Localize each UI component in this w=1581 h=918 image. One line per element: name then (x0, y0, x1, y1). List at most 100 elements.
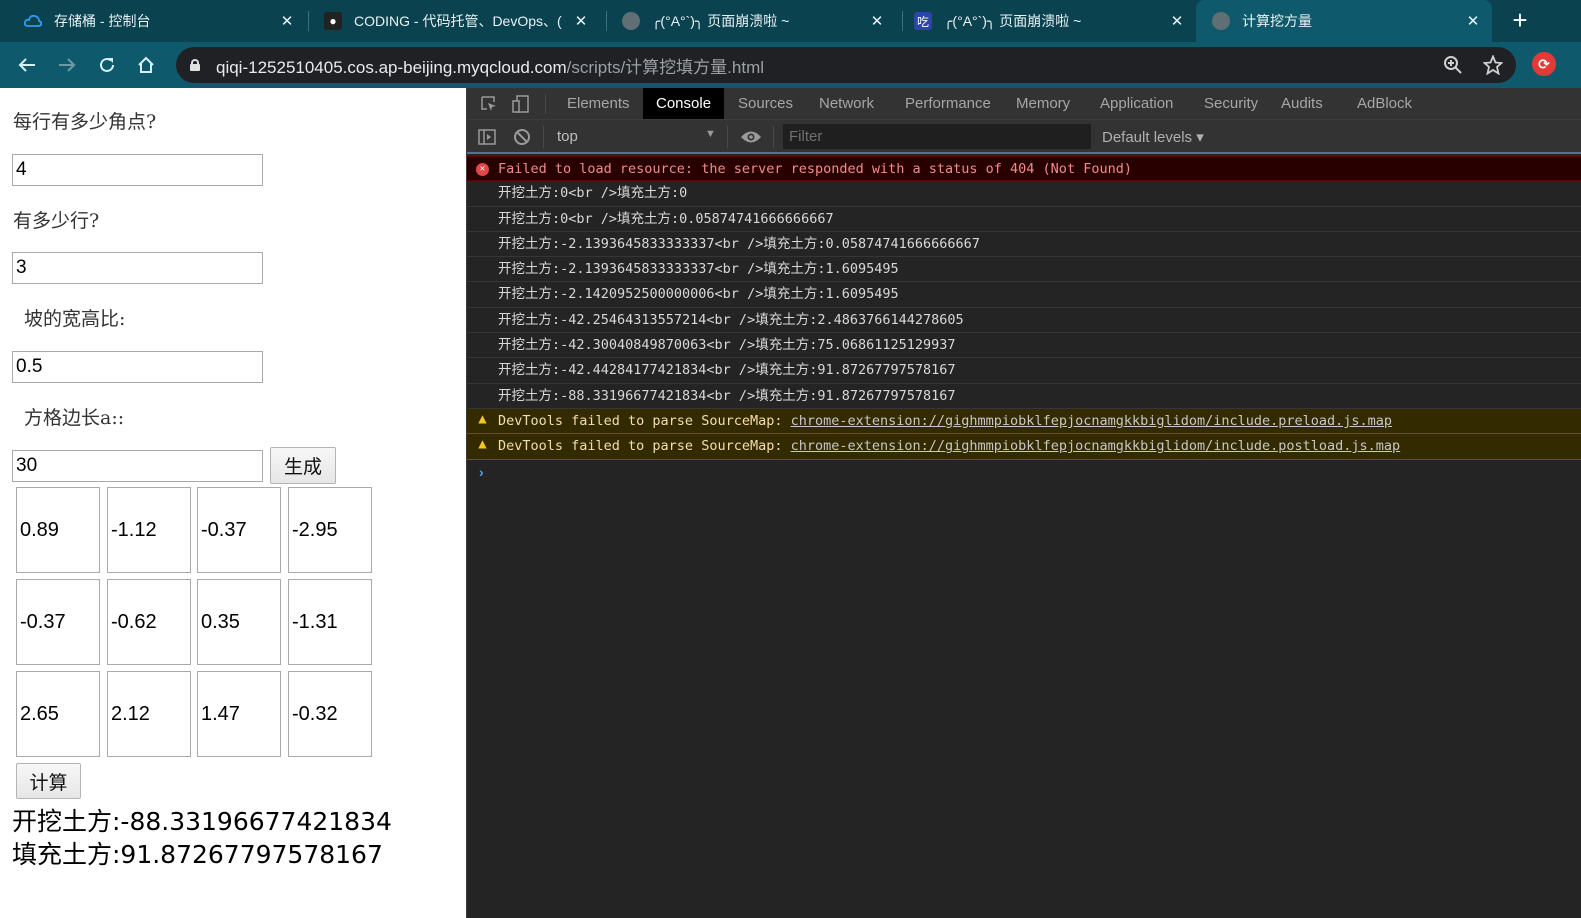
log-levels-dropdown[interactable]: Default levels ▾ (1102, 128, 1204, 146)
browser-tab-4-active[interactable]: 计算挖方量 ✕ (1196, 0, 1492, 42)
live-expression-eye-icon[interactable] (739, 127, 763, 147)
arrow-right-icon (59, 58, 76, 72)
browser-tab-1[interactable]: ● CODING - 代码托管、DevOps、( ✕ (300, 0, 600, 42)
close-tab-icon[interactable]: ✕ (1168, 12, 1186, 30)
browser-tab-strip: 存储桶 - 控制台 ✕ ● CODING - 代码托管、DevOps、( ✕ ╭… (0, 0, 1581, 42)
globe-icon (622, 12, 640, 30)
home-icon (138, 56, 154, 73)
url-text: qiqi-1252510405.cos.ap-beijing.myqcloud.… (216, 53, 764, 78)
corners-per-row-input[interactable] (12, 154, 263, 186)
grid-cell-input[interactable]: -0.37 (197, 487, 281, 573)
context-selector[interactable]: top (557, 128, 578, 145)
devtools-tab-adblock[interactable]: AdBlock (1344, 88, 1425, 119)
forward-button[interactable] (53, 51, 81, 79)
web-page: 每行有多少角点? 有多少行? 坡的宽高比: 方格边长a:: 生成 0.89-1.… (0, 88, 466, 918)
inspect-element-icon[interactable] (479, 94, 499, 114)
device-toolbar-icon[interactable] (511, 94, 531, 114)
sidebar-toggle-icon[interactable] (477, 127, 497, 147)
zoom-icon[interactable] (1441, 53, 1465, 77)
grid-side-input[interactable] (12, 450, 263, 482)
browser-tab-0[interactable]: 存储桶 - 控制台 ✕ (0, 0, 306, 42)
home-button[interactable] (132, 51, 160, 79)
console-message-log: 开挖土方:-42.30040849870063<br />填充土方:75.068… (467, 333, 1581, 359)
grid-cell-input[interactable]: 0.35 (197, 579, 281, 665)
devtools-panel: Elements Console Sources Network Performance… (466, 88, 1581, 918)
grid-cell-input[interactable]: -1.12 (107, 487, 191, 573)
warning-icon: ▲ (478, 436, 487, 453)
address-bar[interactable]: qiqi-1252510405.cos.ap-beijing.myqcloud.… (176, 47, 1516, 83)
grid-cell-input[interactable]: 2.12 (107, 671, 191, 757)
grid-cell-input[interactable]: -1.31 (288, 579, 372, 665)
reload-icon (100, 57, 114, 72)
reload-button[interactable] (93, 51, 121, 79)
console-message-log: 开挖土方:-88.33196677421834<br />填充土方:91.872… (467, 384, 1581, 409)
corners-per-row-label: 每行有多少角点? (13, 111, 157, 133)
tab-title: ╭(°A°`)╮ 页面崩溃啦 ~ (944, 13, 1082, 29)
close-tab-icon[interactable]: ✕ (868, 12, 886, 30)
clear-console-icon[interactable] (512, 127, 532, 147)
console-message-text: 开挖土方:0<br />填充土方:0.05874741666666667 (498, 210, 834, 227)
console-message-log: 开挖土方:-2.1420952500000006<br />填充土方:1.609… (467, 282, 1581, 308)
star-icon[interactable] (1481, 53, 1505, 77)
grid-cell-input[interactable]: -0.37 (16, 579, 100, 665)
devtools-tab-security[interactable]: Security (1191, 88, 1271, 119)
console-message-log: 开挖土方:-42.25464313557214<br />填充土方:2.4863… (467, 308, 1581, 334)
devtools-tab-application[interactable]: Application (1087, 88, 1186, 119)
console-output: ✕ Failed to load resource: the server res… (467, 156, 1581, 484)
devtools-tab-elements[interactable]: Elements (554, 88, 643, 119)
browser-tab-2[interactable]: ╭(°A°`)╮ 页面崩溃啦 ~ ✕ (598, 0, 896, 42)
close-tab-icon[interactable]: ✕ (278, 12, 296, 30)
new-tab-button[interactable]: + (1506, 7, 1534, 34)
slope-ratio-input[interactable] (12, 351, 263, 383)
error-icon: ✕ (476, 163, 489, 176)
toolbar-divider (545, 94, 546, 114)
console-message-text: Failed to load resource: the server resp… (498, 161, 1132, 177)
tab-title: 存储桶 - 控制台 (54, 13, 151, 29)
console-message-log: 开挖土方:0<br />填充土方:0.05874741666666667 (467, 207, 1581, 232)
sourcemap-link[interactable]: chrome-extension://gighmmpiobklfepjocnam… (791, 438, 1401, 454)
dropdown-arrow-icon[interactable]: ▼ (705, 128, 716, 140)
console-message-warn: ▲ DevTools failed to parse SourceMap: chr… (467, 408, 1581, 435)
browser-tab-3[interactable]: 吃 ╭(°A°`)╮ 页面崩溃啦 ~ ✕ (890, 0, 1196, 42)
cut-volume-result: 开挖土方:-88.33196677421834 (12, 807, 392, 836)
sourcemap-link[interactable]: chrome-extension://gighmmpiobklfepjocnam… (791, 413, 1392, 429)
console-message-text: 开挖土方:-2.1393645833333337<br />填充土方:1.609… (498, 261, 899, 278)
grid-cell-input[interactable]: 2.65 (16, 671, 100, 757)
console-prompt-input[interactable]: › (467, 460, 1581, 484)
toolbar-divider (543, 126, 544, 148)
globe-icon (1212, 12, 1230, 30)
console-message-text: 开挖土方:-2.1420952500000006<br />填充土方:1.609… (498, 286, 899, 303)
grid-cell-input[interactable]: -2.95 (288, 487, 372, 573)
devtools-tab-console[interactable]: Console (643, 88, 725, 119)
grid-cell-input[interactable]: -0.62 (107, 579, 191, 665)
tab-title: ╭(°A°`)╮ 页面崩溃啦 ~ (652, 13, 790, 29)
slope-ratio-label: 坡的宽高比: (24, 308, 126, 330)
chi-icon: 吃 (914, 12, 932, 30)
close-tab-icon[interactable]: ✕ (1464, 12, 1482, 30)
rows-input[interactable] (12, 252, 263, 284)
devtools-tab-performance[interactable]: Performance (892, 88, 1004, 119)
grid-cell-input[interactable]: 0.89 (16, 487, 100, 573)
close-tab-icon[interactable]: ✕ (572, 12, 590, 30)
extension-sync-icon[interactable]: ⟳ (1532, 52, 1556, 76)
console-message-text: 开挖土方:-42.30040849870063<br />填充土方:75.068… (498, 337, 956, 354)
console-message-text: 开挖土方:0<br />填充土方:0 (498, 185, 688, 202)
console-message-log: 开挖土方:-2.1393645833333337<br />填充土方:0.058… (467, 232, 1581, 258)
calculate-button[interactable]: 计算 (16, 763, 81, 799)
console-message-text: DevTools failed to parse SourceMap: (498, 438, 791, 455)
fill-volume-result: 填充土方:91.87267797578167 (12, 840, 383, 869)
back-button[interactable] (13, 51, 41, 79)
console-message-log: 开挖土方:0<br />填充土方:0 (467, 181, 1581, 207)
generate-button[interactable]: 生成 (270, 447, 336, 484)
grid-cell-input[interactable]: -0.32 (288, 671, 372, 757)
devtools-tab-network[interactable]: Network (806, 88, 887, 119)
console-filter-input[interactable]: Filter (783, 124, 1091, 149)
rows-label: 有多少行? (13, 210, 100, 232)
console-message-text: 开挖土方:-2.1393645833333337<br />填充土方:0.058… (498, 235, 980, 252)
devtools-tab-sources[interactable]: Sources (725, 88, 806, 119)
url-host: qiqi-1252510405.cos.ap-beijing.myqcloud.… (216, 57, 567, 77)
console-message-text: DevTools failed to parse SourceMap: (498, 412, 791, 429)
grid-cell-input[interactable]: 1.47 (197, 671, 281, 757)
devtools-tab-memory[interactable]: Memory (1003, 88, 1083, 119)
devtools-tab-audits[interactable]: Audits (1268, 88, 1336, 119)
